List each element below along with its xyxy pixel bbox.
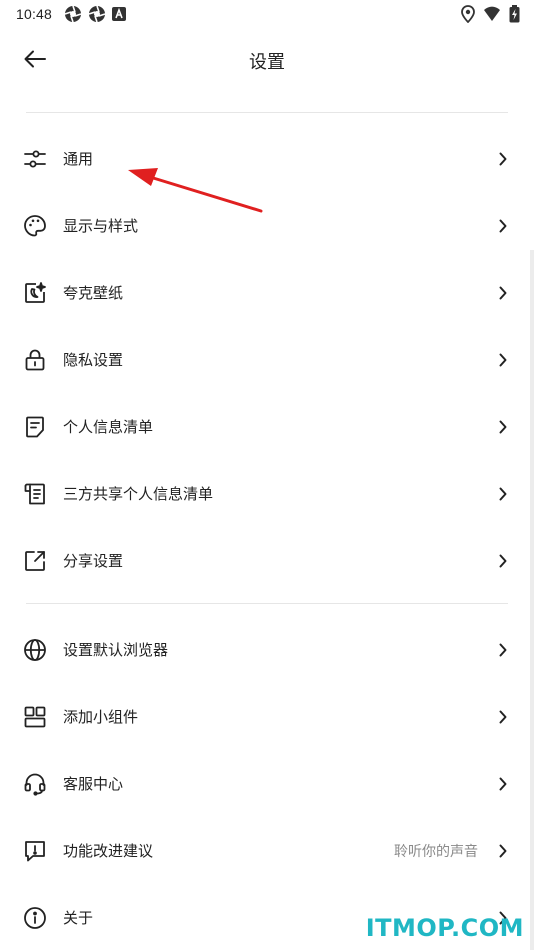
- scroll-icon: [22, 481, 48, 507]
- settings-item-label: 三方共享个人信息清单: [63, 485, 214, 503]
- settings-item-label: 通用: [63, 150, 94, 168]
- settings-section-primary: 通用 显示与样式 夸克壁纸 隐私设置 个人信息清单 三方共享个人信息清单 分享设…: [0, 125, 534, 594]
- chevron-right-icon: [498, 218, 508, 234]
- palette-icon: [22, 213, 48, 239]
- settings-section-secondary: 设置默认浏览器 添加小组件 客服中心 功能改进建议 聆听你的声音 关于: [0, 616, 534, 950]
- settings-item-label: 显示与样式: [63, 217, 139, 235]
- settings-item-privacy[interactable]: 隐私设置: [0, 326, 534, 393]
- chevron-right-icon: [498, 642, 508, 658]
- status-system-icons: [461, 5, 520, 23]
- headset-icon: [22, 771, 48, 797]
- scrollbar[interactable]: [530, 250, 534, 950]
- settings-item-value: 聆听你的声音: [394, 843, 478, 860]
- info-icon: [22, 905, 48, 931]
- wifi-icon: [483, 6, 501, 22]
- sliders-icon: [22, 146, 48, 172]
- chevron-right-icon: [498, 151, 508, 167]
- aperture-icon: [64, 5, 82, 23]
- moon-star-icon: [22, 280, 48, 306]
- widget-icon: [22, 704, 48, 730]
- settings-item-display[interactable]: 显示与样式: [0, 192, 534, 259]
- chevron-right-icon: [498, 285, 508, 301]
- settings-item-label: 添加小组件: [63, 708, 139, 726]
- location-icon: [461, 5, 475, 23]
- chevron-right-icon: [498, 553, 508, 569]
- document-icon: [22, 414, 48, 440]
- section-divider: [26, 603, 508, 604]
- battery-charging-icon: [509, 5, 520, 23]
- settings-item-third-party-info[interactable]: 三方共享个人信息清单: [0, 460, 534, 527]
- chevron-right-icon: [498, 419, 508, 435]
- status-notification-icons: [64, 5, 127, 23]
- settings-item-label: 隐私设置: [63, 351, 124, 369]
- chevron-right-icon: [498, 709, 508, 725]
- header-divider: [26, 112, 508, 113]
- settings-item-general[interactable]: 通用: [0, 125, 534, 192]
- status-bar: 10:48: [0, 0, 534, 28]
- settings-item-label: 关于: [63, 909, 94, 927]
- chevron-right-icon: [498, 776, 508, 792]
- settings-item-label: 设置默认浏览器: [63, 641, 169, 659]
- chevron-right-icon: [498, 486, 508, 502]
- settings-item-label: 客服中心: [63, 775, 124, 793]
- aperture-icon: [88, 5, 106, 23]
- lock-icon: [22, 347, 48, 373]
- chevron-right-icon: [498, 843, 508, 859]
- a-badge-icon: [112, 7, 127, 21]
- settings-item-label: 夸克壁纸: [63, 284, 124, 302]
- settings-item-support[interactable]: 客服中心: [0, 750, 534, 817]
- share-edit-icon: [22, 548, 48, 574]
- watermark: ITMOP.COM: [365, 914, 524, 942]
- settings-item-feedback[interactable]: 功能改进建议 聆听你的声音: [0, 817, 534, 884]
- feedback-icon: [22, 838, 48, 864]
- settings-item-widget[interactable]: 添加小组件: [0, 683, 534, 750]
- globe-icon: [22, 637, 48, 663]
- settings-item-share[interactable]: 分享设置: [0, 527, 534, 594]
- header: 设置: [0, 36, 534, 84]
- settings-item-label: 个人信息清单: [63, 418, 154, 436]
- settings-item-default-browser[interactable]: 设置默认浏览器: [0, 616, 534, 683]
- settings-item-wallpaper[interactable]: 夸克壁纸: [0, 259, 534, 326]
- settings-item-label: 分享设置: [63, 552, 124, 570]
- status-time: 10:48: [16, 6, 53, 22]
- chevron-right-icon: [498, 352, 508, 368]
- page-title: 设置: [249, 52, 285, 73]
- settings-item-label: 功能改进建议: [63, 842, 154, 860]
- settings-item-personal-info[interactable]: 个人信息清单: [0, 393, 534, 460]
